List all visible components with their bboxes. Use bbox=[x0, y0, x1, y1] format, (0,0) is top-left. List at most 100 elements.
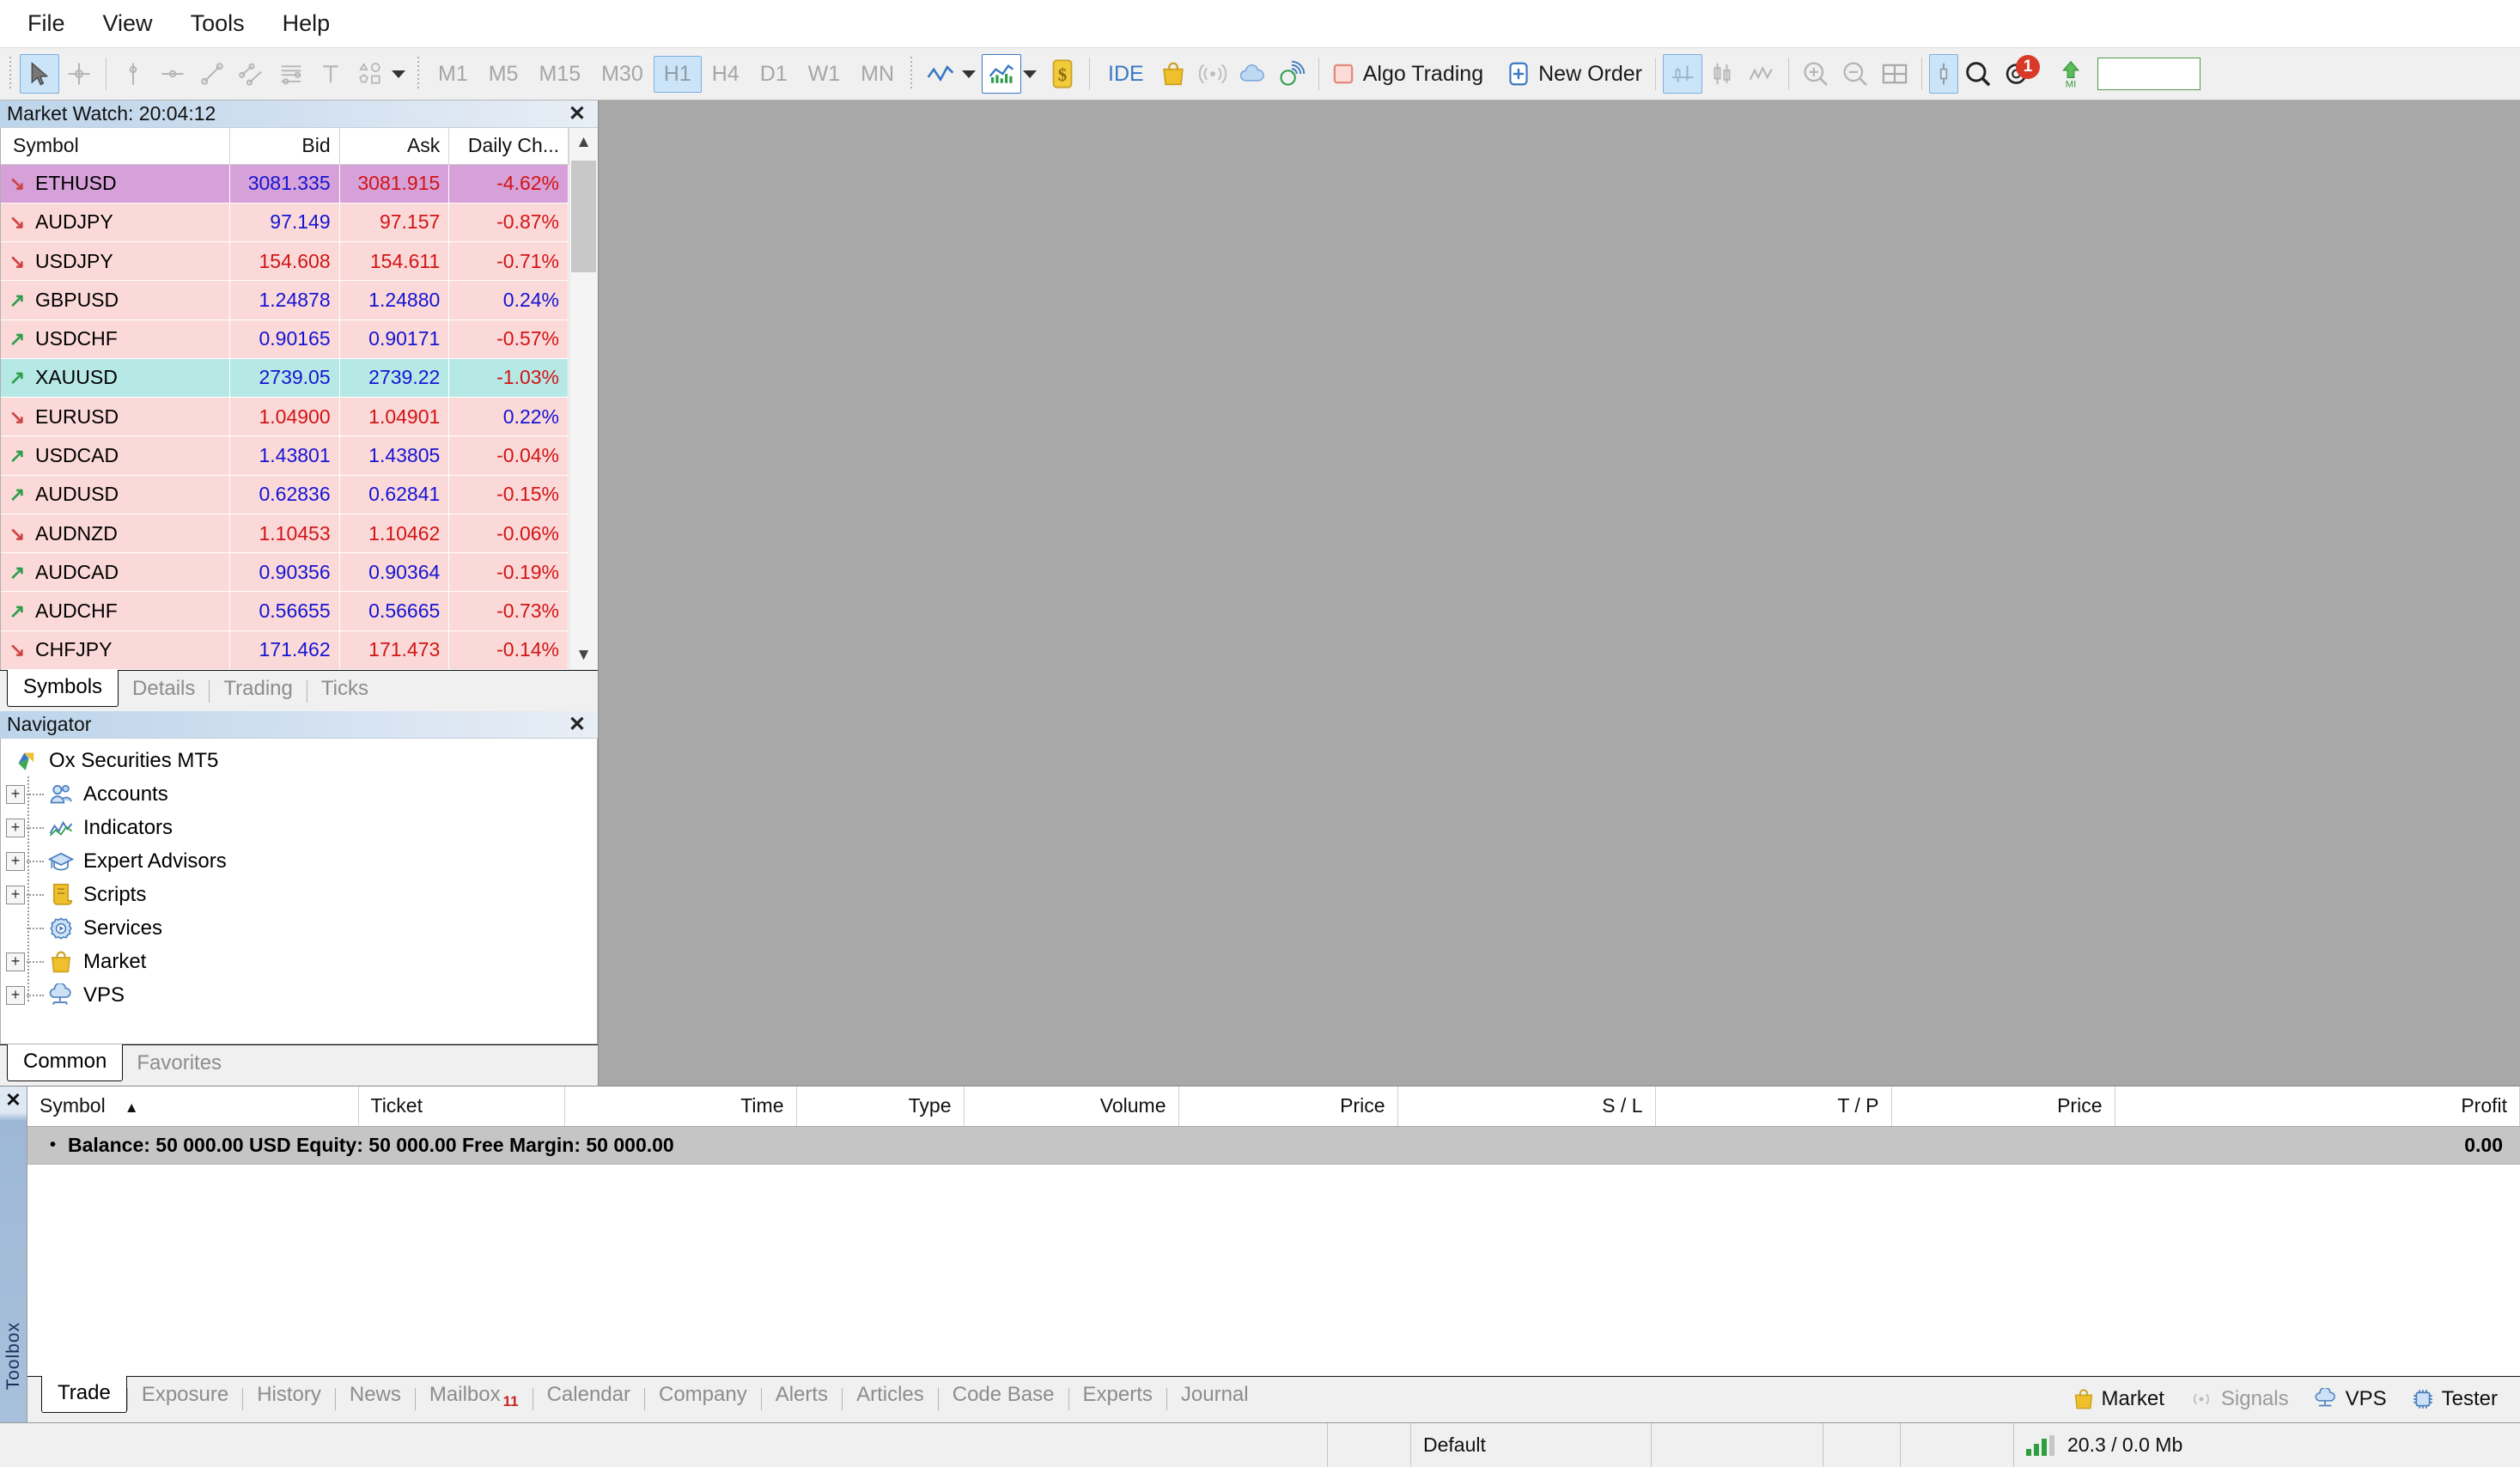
chart-shift-icon[interactable] bbox=[1662, 54, 1702, 94]
sidebar-item-accounts[interactable]: + Accounts bbox=[1, 777, 597, 811]
timeframe-d1[interactable]: D1 bbox=[750, 56, 798, 93]
column-header-daily-change[interactable]: Daily Ch... bbox=[448, 128, 569, 165]
expand-plus-icon[interactable]: + bbox=[6, 818, 25, 837]
market-watch-scrollbar[interactable]: ▲ ▼ bbox=[569, 128, 598, 670]
timeframe-h4[interactable]: H4 bbox=[702, 56, 750, 93]
trade-column-header-ticket[interactable]: Ticket bbox=[358, 1087, 565, 1127]
algo-trading-button[interactable]: Algo Trading bbox=[1326, 54, 1489, 94]
expand-plus-icon[interactable]: + bbox=[6, 885, 25, 904]
market-watch-symbol-cell[interactable]: ↗ USDCAD bbox=[1, 435, 230, 476]
bar-chart-dropdown-arrow-icon[interactable] bbox=[1023, 70, 1038, 78]
tab-favorites[interactable]: Favorites bbox=[123, 1045, 235, 1074]
toolbar-grip-2[interactable] bbox=[415, 57, 424, 91]
expand-plus-icon[interactable]: + bbox=[6, 985, 25, 1005]
candles-icon[interactable] bbox=[1702, 54, 1742, 94]
market-watch-symbol-cell[interactable]: ↗ AUDUSD bbox=[1, 475, 230, 514]
toolbar-grip-3[interactable] bbox=[908, 57, 918, 91]
scroll-up-icon[interactable]: ▲ bbox=[569, 128, 598, 157]
horizontal-line-icon[interactable] bbox=[153, 54, 192, 94]
toolbox-link-vps[interactable]: VPS bbox=[2301, 1377, 2399, 1411]
tab-details[interactable]: Details bbox=[119, 671, 209, 699]
fibonacci-icon[interactable] bbox=[271, 54, 311, 94]
indicators-icon[interactable] bbox=[1742, 54, 1781, 94]
tab-articles[interactable]: Articles bbox=[843, 1377, 938, 1405]
mql5-icon[interactable]: MI bbox=[2051, 54, 2091, 94]
menu-help[interactable]: Help bbox=[264, 9, 350, 39]
account-summary-row[interactable]: • Balance: 50 000.00 USD Equity: 50 000.… bbox=[27, 1126, 2520, 1165]
table-row[interactable]: ↗ USDCHF 0.90165 0.90171 -0.57% bbox=[1, 320, 569, 359]
market-watch-symbol-cell[interactable]: ↘ AUDNZD bbox=[1, 514, 230, 554]
data-window-icon[interactable] bbox=[1928, 54, 1958, 94]
tab-symbols[interactable]: Symbols bbox=[7, 670, 119, 707]
expand-plus-icon[interactable]: + bbox=[6, 952, 25, 971]
toolbox-link-signals[interactable]: Signals bbox=[2176, 1377, 2301, 1411]
bar-chart-icon[interactable] bbox=[982, 54, 1022, 94]
trade-column-header-profit[interactable]: Profit bbox=[2115, 1087, 2520, 1127]
zoom-in-icon[interactable] bbox=[1796, 54, 1835, 94]
market-watch-close-icon[interactable]: ✕ bbox=[562, 103, 593, 125]
tab-experts[interactable]: Experts bbox=[1069, 1377, 1166, 1405]
table-row[interactable]: ↗ USDCAD 1.43801 1.43805 -0.04% bbox=[1, 435, 569, 476]
ide-button[interactable]: IDE bbox=[1097, 54, 1153, 94]
scroll-down-icon[interactable]: ▼ bbox=[569, 641, 598, 670]
search-input[interactable] bbox=[2097, 58, 2200, 90]
timeframe-mn[interactable]: MN bbox=[850, 56, 904, 93]
expand-plus-icon[interactable]: + bbox=[6, 784, 25, 804]
table-row[interactable]: ↘ CHFJPY 171.462 171.473 -0.14% bbox=[1, 630, 569, 670]
tab-ticks[interactable]: Ticks bbox=[307, 671, 382, 699]
market-watch-symbol-cell[interactable]: ↘ USDJPY bbox=[1, 241, 230, 282]
market-watch-symbol-cell[interactable]: ↘ CHFJPY bbox=[1, 630, 230, 670]
tab-code-base[interactable]: Code Base bbox=[939, 1377, 1068, 1405]
dollar-icon[interactable]: $ bbox=[1043, 54, 1082, 94]
trade-column-header-s-l[interactable]: S / L bbox=[1397, 1087, 1656, 1127]
vertical-line-icon[interactable] bbox=[113, 54, 153, 94]
timeframe-m30[interactable]: M30 bbox=[591, 56, 654, 93]
timeframe-m5[interactable]: M5 bbox=[478, 56, 529, 93]
market-watch-symbol-cell[interactable]: ↗ XAUUSD bbox=[1, 358, 230, 399]
market-bag-icon[interactable] bbox=[1153, 54, 1193, 94]
menu-tools[interactable]: Tools bbox=[172, 9, 264, 39]
table-row[interactable]: ↘ AUDNZD 1.10453 1.10462 -0.06% bbox=[1, 514, 569, 554]
tab-common[interactable]: Common bbox=[7, 1044, 124, 1081]
status-profile-cell[interactable]: Default bbox=[1411, 1423, 1652, 1467]
tab-journal[interactable]: Journal bbox=[1167, 1377, 1263, 1405]
trade-column-header-type[interactable]: Type bbox=[796, 1087, 965, 1127]
tab-mailbox[interactable]: Mailbox 11 bbox=[416, 1377, 533, 1409]
timeframe-m15[interactable]: M15 bbox=[528, 56, 591, 93]
market-watch-symbol-cell[interactable]: ↗ AUDCAD bbox=[1, 552, 230, 593]
expand-plus-icon[interactable]: + bbox=[6, 851, 25, 871]
market-watch-symbol-cell[interactable]: ↘ EURUSD bbox=[1, 397, 230, 437]
trendline-icon[interactable] bbox=[192, 54, 232, 94]
scrollbar-thumb[interactable] bbox=[571, 161, 596, 272]
menu-file[interactable]: File bbox=[9, 9, 84, 39]
line-chart-icon[interactable] bbox=[921, 54, 960, 94]
table-row[interactable]: ↘ EURUSD 1.04900 1.04901 0.22% bbox=[1, 397, 569, 437]
signals-icon[interactable] bbox=[1193, 54, 1233, 94]
trade-column-header-t-p[interactable]: T / P bbox=[1655, 1087, 1892, 1127]
trade-column-header-volume[interactable]: Volume bbox=[964, 1087, 1179, 1127]
trade-column-header-price[interactable]: Price bbox=[1891, 1087, 2115, 1127]
trade-column-header-time[interactable]: Time bbox=[564, 1087, 797, 1127]
sidebar-item-ox-securities-mt5[interactable]: Ox Securities MT5 bbox=[1, 744, 597, 777]
sidebar-item-indicators[interactable]: + Indicators bbox=[1, 811, 597, 844]
chart-workspace-empty[interactable] bbox=[599, 100, 2520, 1086]
text-icon[interactable] bbox=[311, 54, 350, 94]
market-watch-symbol-cell[interactable]: ↗ USDCHF bbox=[1, 320, 230, 359]
cursor-icon[interactable] bbox=[20, 54, 59, 94]
market-watch-symbol-cell[interactable]: ↗ GBPUSD bbox=[1, 280, 230, 320]
table-row[interactable]: ↘ AUDJPY 97.149 97.157 -0.87% bbox=[1, 203, 569, 243]
new-order-button[interactable]: New Order bbox=[1501, 54, 1648, 94]
navigator-close-icon[interactable]: ✕ bbox=[562, 714, 593, 735]
tab-alerts[interactable]: Alerts bbox=[762, 1377, 842, 1405]
sidebar-item-services[interactable]: Services bbox=[1, 911, 597, 945]
column-header-ask[interactable]: Ask bbox=[339, 128, 450, 165]
table-row[interactable]: ↗ XAUUSD 2739.05 2739.22 -1.03% bbox=[1, 358, 569, 399]
timeframe-h1[interactable]: H1 bbox=[653, 55, 702, 93]
tab-news[interactable]: News bbox=[336, 1377, 415, 1405]
tab-trade[interactable]: Trade bbox=[41, 1376, 127, 1413]
sidebar-item-vps[interactable]: + VPS bbox=[1, 978, 597, 1012]
tab-company[interactable]: Company bbox=[645, 1377, 761, 1405]
toolbox-close-icon[interactable]: ✕ bbox=[5, 1089, 21, 1111]
fingerprint-icon[interactable] bbox=[1272, 54, 1312, 94]
zoom-out-icon[interactable] bbox=[1835, 54, 1875, 94]
